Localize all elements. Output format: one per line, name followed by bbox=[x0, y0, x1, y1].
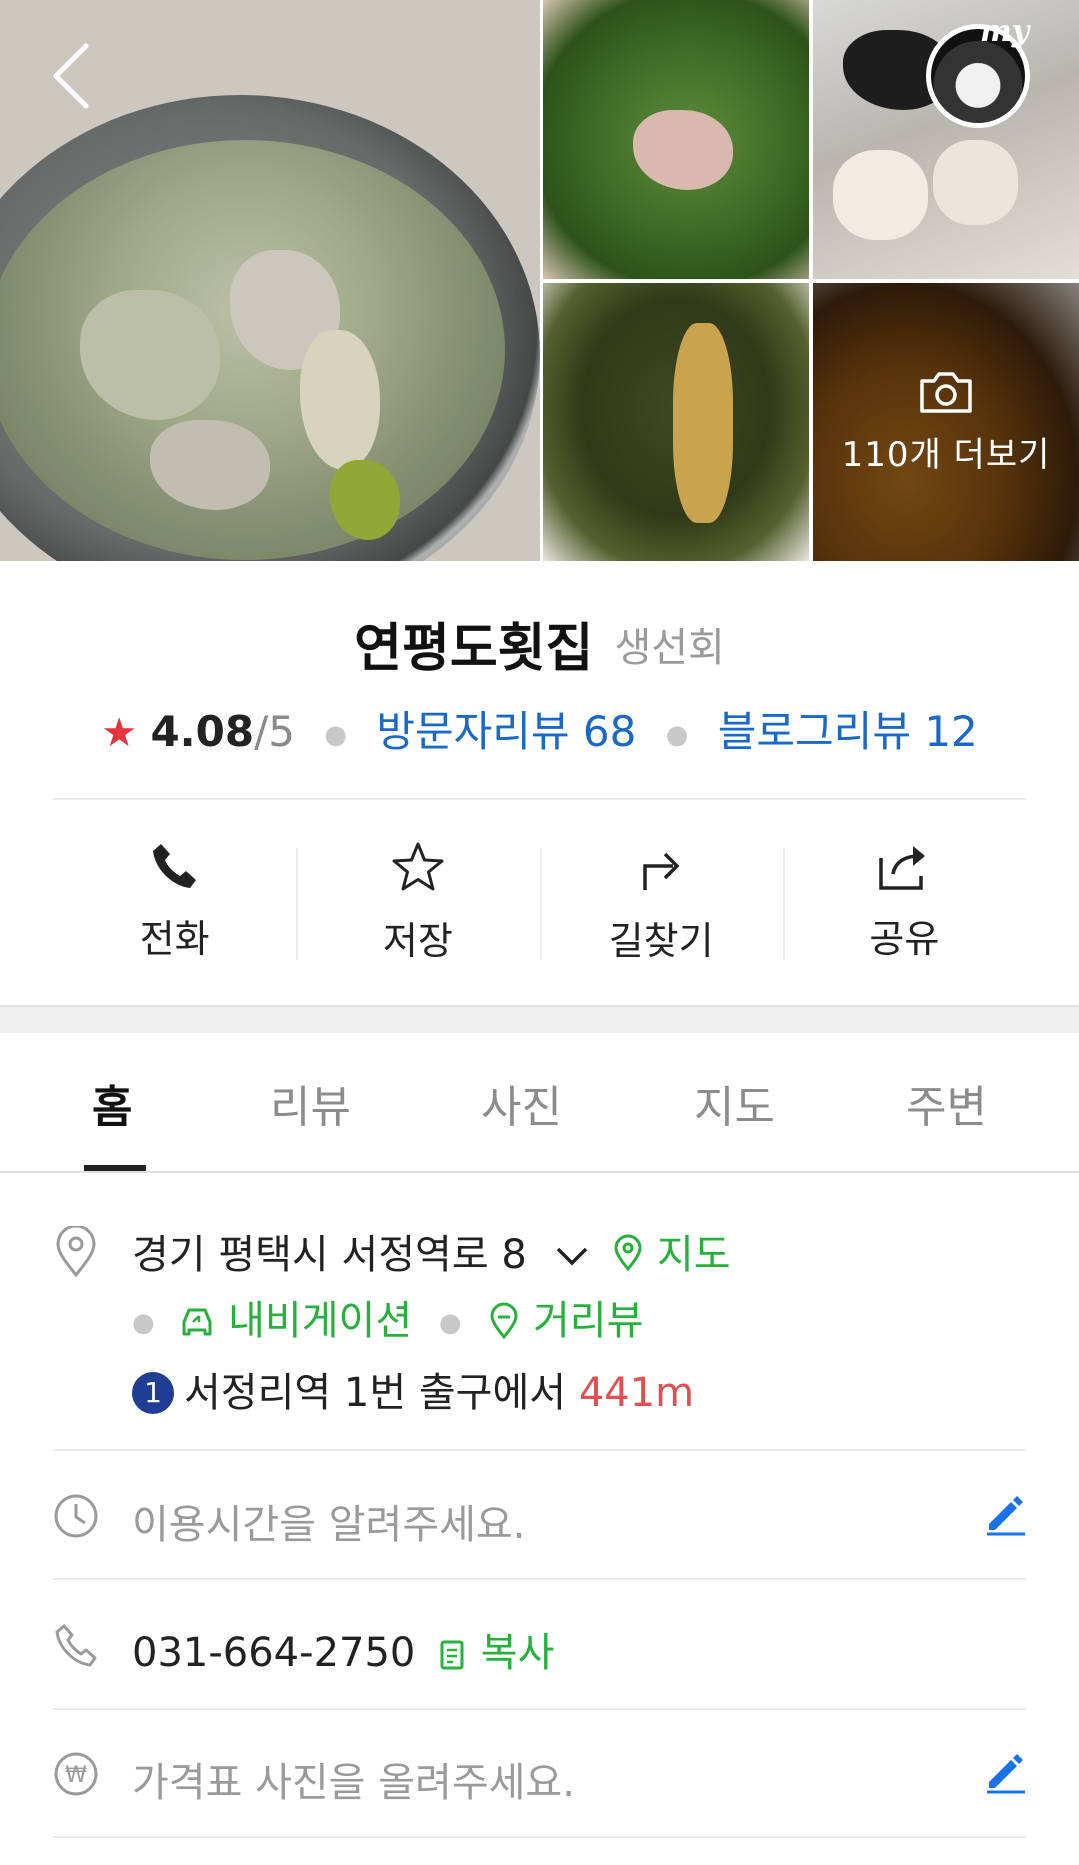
camera-icon bbox=[920, 371, 972, 413]
rating-max: /5 bbox=[254, 707, 295, 756]
address-row: 경기 평택시 서정역로 8 지도 bbox=[132, 1222, 731, 1280]
back-arrow-icon[interactable] bbox=[44, 40, 104, 110]
photo-thumbnail-more[interactable]: 110개 더보기 bbox=[813, 283, 1079, 561]
rating-value: 4.08 bbox=[150, 707, 255, 756]
action-bar: 전화 저장 길찾기 공유 bbox=[53, 820, 1026, 970]
photo-thumbnail[interactable] bbox=[543, 283, 809, 561]
more-photos-label: 110개 더보기 bbox=[841, 434, 1051, 475]
directions-button[interactable]: 길찾기 bbox=[539, 820, 783, 970]
separator-dot: ● bbox=[438, 1308, 462, 1338]
copy-icon bbox=[440, 1640, 464, 1670]
phone-number[interactable]: 031-664-2750 bbox=[132, 1630, 415, 1676]
my-badge-label: my bbox=[980, 14, 1030, 49]
navigation-row: ● 내비게이션 ● 거리뷰 bbox=[132, 1288, 643, 1346]
clock-icon bbox=[54, 1494, 98, 1538]
subway-text: 서정리역 1번 출구에서 bbox=[184, 1370, 567, 1416]
divider bbox=[53, 1708, 1026, 1710]
active-tab-indicator bbox=[84, 1165, 146, 1171]
copy-button[interactable]: 복사 bbox=[481, 1630, 555, 1676]
call-label: 전화 bbox=[139, 917, 210, 961]
hours-placeholder[interactable]: 이용시간을 알려주세요. bbox=[132, 1492, 525, 1550]
directions-arrow-icon bbox=[643, 852, 680, 890]
share-label: 공유 bbox=[869, 917, 940, 961]
blog-reviews-link[interactable]: 블로그리뷰 12 bbox=[718, 707, 978, 756]
map-pin-icon bbox=[614, 1234, 642, 1272]
address-text[interactable]: 경기 평택시 서정역로 8 bbox=[132, 1232, 527, 1278]
photo-thumbnail[interactable] bbox=[543, 0, 809, 279]
separator-dot: ● bbox=[665, 719, 689, 750]
place-title-row: 연평도횟집 생선회 bbox=[0, 606, 1079, 681]
subway-distance: 441m bbox=[578, 1370, 695, 1416]
directions-label: 길찾기 bbox=[608, 919, 714, 963]
streetview-pin-icon bbox=[490, 1302, 518, 1340]
place-category: 생선회 bbox=[614, 624, 725, 671]
place-name: 연평도횟집 bbox=[354, 619, 594, 679]
photo-gallery: 110개 더보기 my bbox=[0, 0, 1079, 561]
call-button[interactable]: 전화 bbox=[53, 820, 296, 970]
star-outline-icon bbox=[392, 842, 444, 891]
tab-map[interactable]: 지도 bbox=[694, 1071, 775, 1135]
tab-photo[interactable]: 사진 bbox=[481, 1071, 562, 1135]
svg-text:₩: ₩ bbox=[65, 1763, 87, 1788]
subway-row: 1 서정리역 1번 출구에서 441m bbox=[132, 1360, 694, 1418]
divider bbox=[53, 1836, 1026, 1838]
share-button[interactable]: 공유 bbox=[782, 820, 1026, 970]
divider bbox=[53, 798, 1026, 800]
visitor-reviews-link[interactable]: 방문자리뷰 68 bbox=[376, 707, 636, 756]
save-label: 저장 bbox=[382, 919, 453, 963]
phone-row: 031-664-2750 복사 bbox=[132, 1620, 554, 1678]
separator-dot: ● bbox=[132, 1308, 155, 1338]
streetview-link[interactable]: 거리뷰 bbox=[533, 1298, 643, 1344]
save-button[interactable]: 저장 bbox=[296, 820, 539, 970]
pencil-edit-icon[interactable] bbox=[983, 1750, 1027, 1794]
section-gap bbox=[0, 1005, 1079, 1033]
location-pin-icon bbox=[56, 1226, 96, 1278]
won-currency-icon: ₩ bbox=[54, 1752, 98, 1796]
tab-nearby[interactable]: 주변 bbox=[906, 1071, 987, 1135]
car-icon bbox=[182, 1308, 212, 1336]
price-placeholder[interactable]: 가격표 사진을 올려주세요. bbox=[132, 1750, 575, 1808]
tab-review[interactable]: 리뷰 bbox=[270, 1071, 351, 1135]
rating-star-icon: ★ bbox=[101, 710, 138, 756]
phone-icon bbox=[152, 844, 196, 888]
tab-home[interactable]: 홈 bbox=[92, 1071, 132, 1135]
rating-row: ★ 4.08/5 ● 방문자리뷰 68 ● 블로그리뷰 12 bbox=[0, 698, 1079, 759]
map-link[interactable]: 지도 bbox=[657, 1232, 731, 1278]
subway-line-badge: 1 bbox=[132, 1372, 174, 1414]
phone-outline-icon bbox=[55, 1624, 97, 1667]
pencil-edit-icon[interactable] bbox=[983, 1492, 1027, 1536]
chevron-down-icon[interactable] bbox=[554, 1245, 590, 1269]
divider bbox=[53, 1578, 1026, 1580]
tab-bar: 홈 리뷰 사진 지도 주변 bbox=[0, 1031, 1079, 1173]
share-icon bbox=[879, 846, 926, 890]
divider bbox=[53, 1449, 1026, 1451]
navigation-link[interactable]: 내비게이션 bbox=[228, 1298, 412, 1344]
separator-dot: ● bbox=[324, 719, 347, 750]
